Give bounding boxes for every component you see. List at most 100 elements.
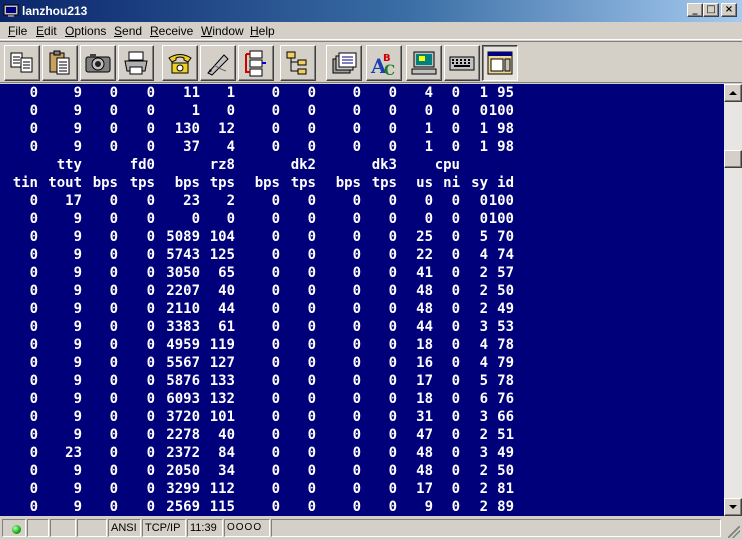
toolbar-display-button[interactable] <box>482 45 518 81</box>
terminal-cell: 4 <box>479 337 488 353</box>
toolbar-font-button[interactable]: ACB <box>366 45 402 81</box>
terminal-cell: bps <box>92 175 118 191</box>
terminal-line: 0 9 0 0 5089 104 0 0 0 0 25 0 5 70 <box>0 228 724 246</box>
terminal-cell: fd0 <box>129 157 155 173</box>
terminal-cell: 0 <box>146 481 155 497</box>
minimize-button[interactable]: _ <box>687 3 703 17</box>
vertical-scrollbar[interactable] <box>724 84 742 516</box>
arrow-down-icon <box>729 505 737 509</box>
terminal-cell: 104 <box>209 229 235 245</box>
terminal-cell: 9 <box>73 211 82 227</box>
scroll-up-button[interactable] <box>724 84 742 102</box>
terminal-line: 0 9 0 0 6093 132 0 0 0 0 18 0 6 76 <box>0 390 724 408</box>
terminal-screen[interactable]: 0 9 0 0 11 1 0 0 0 0 4 0 1 95 0 9 0 0 1 0 0 0 0 0 0 0 0 100 0 9 0 0 130 1… <box>0 84 724 516</box>
close-button[interactable]: × <box>721 3 737 17</box>
terminal-cell: 0 <box>307 193 316 209</box>
svg-text:C: C <box>384 63 395 77</box>
terminal-cell: 0 <box>271 193 280 209</box>
terminal-cell: 6 <box>479 391 488 407</box>
terminal-cell: 0 <box>271 211 280 227</box>
menu-window[interactable]: Window <box>201 24 244 38</box>
terminal-cell: 0 <box>271 409 280 425</box>
terminal-cell: 0 <box>307 103 316 119</box>
terminal-cell: 78 <box>497 373 514 389</box>
terminal-cell: 66 <box>497 409 514 425</box>
terminal-cell: 0 <box>424 103 433 119</box>
terminal-cell: 0 <box>451 193 460 209</box>
terminal-cell: 0 <box>146 121 155 137</box>
terminal-cell: cpu <box>434 157 460 173</box>
terminal-cell: 3 <box>479 409 488 425</box>
terminal-cell: tps <box>371 175 397 191</box>
terminal-cell: 2 <box>226 193 235 209</box>
terminal-cell: 70 <box>497 229 514 245</box>
terminal-cell: 0 <box>451 247 460 263</box>
scroll-thumb[interactable] <box>724 150 742 168</box>
scroll-down-button[interactable] <box>724 498 742 516</box>
terminal-cell: 48 <box>416 283 433 299</box>
toolbar-session-button[interactable] <box>238 45 274 81</box>
arrow-up-icon <box>729 91 737 95</box>
terminal-cell: 0 <box>451 355 460 371</box>
terminal-cell: 50 <box>497 283 514 299</box>
terminal-cell: 0 <box>109 409 118 425</box>
terminal-cell: 37 <box>183 139 200 155</box>
terminal-cell: id <box>497 175 514 191</box>
terminal-cell: 0 <box>271 481 280 497</box>
terminal-cell: 48 <box>416 445 433 461</box>
terminal-cell: tout <box>48 175 82 191</box>
terminal-cell: 4 <box>226 139 235 155</box>
menu-help[interactable]: Help <box>250 24 275 38</box>
toolbar-transfer-button[interactable] <box>326 45 362 81</box>
terminal-cell: 0 <box>352 409 361 425</box>
toolbar-hangup-button[interactable] <box>200 45 236 81</box>
terminal-cell: 95 <box>497 85 514 101</box>
menu-file[interactable]: File <box>8 24 27 38</box>
terminal-cell: 9 <box>73 391 82 407</box>
font-icon: ACB <box>370 53 395 77</box>
menu-edit[interactable]: Edit <box>36 24 57 38</box>
terminal-cell: 0 <box>109 193 118 209</box>
app-icon[interactable] <box>3 3 19 19</box>
terminal-cell: 0 <box>352 265 361 281</box>
terminal-cell: 0 <box>109 85 118 101</box>
toolbar-capture-button[interactable] <box>80 45 116 81</box>
terminal-cell: 0 <box>271 445 280 461</box>
toolbar-paste-button[interactable] <box>42 45 78 81</box>
terminal-cell: 0 <box>307 301 316 317</box>
status-panel-message <box>271 519 721 537</box>
menu-receive[interactable]: Receive <box>150 24 193 38</box>
connection-led-icon <box>12 525 21 534</box>
terminal-cell: 49 <box>497 301 514 317</box>
terminal-cell: 1 <box>424 121 433 137</box>
terminal-line: 0 9 0 0 5743 125 0 0 0 0 22 0 4 74 <box>0 246 724 264</box>
terminal-cell: 0 <box>424 193 433 209</box>
terminal-cell: 0 <box>307 211 316 227</box>
toolbar-screen-button[interactable] <box>406 45 442 81</box>
terminal-cell: 0 <box>451 301 460 317</box>
terminal-cell: 0 <box>479 103 488 119</box>
terminal-cell: 0 <box>479 211 488 227</box>
resize-grip-icon[interactable] <box>728 526 740 538</box>
terminal-cell: 1 <box>479 85 488 101</box>
terminal-cell: 0 <box>271 283 280 299</box>
menu-options[interactable]: Options <box>65 24 106 38</box>
terminal-cell: 0 <box>226 103 235 119</box>
menu-send[interactable]: Send <box>114 24 142 38</box>
terminal-cell: 51 <box>497 427 514 443</box>
terminal-cell: 0 <box>388 409 397 425</box>
terminal-cell: 0 <box>424 211 433 227</box>
terminal-cell: 0 <box>479 193 488 209</box>
terminal-cell: 132 <box>209 391 235 407</box>
terminal-cell: 5 <box>479 229 488 245</box>
toolbar-keyboard-button[interactable] <box>444 45 480 81</box>
toolbar-tree-button[interactable] <box>280 45 316 81</box>
terminal-cell: 0 <box>29 301 38 317</box>
terminal-line: 0 9 0 0 130 12 0 0 0 0 1 0 1 98 <box>0 120 724 138</box>
terminal-cell: 0 <box>451 481 460 497</box>
toolbar-print-button[interactable] <box>118 45 154 81</box>
toolbar-dial-button[interactable] <box>162 45 198 81</box>
tree-icon <box>286 51 307 75</box>
maximize-button[interactable]: □ <box>703 3 719 17</box>
toolbar-copy-button[interactable] <box>4 45 40 81</box>
